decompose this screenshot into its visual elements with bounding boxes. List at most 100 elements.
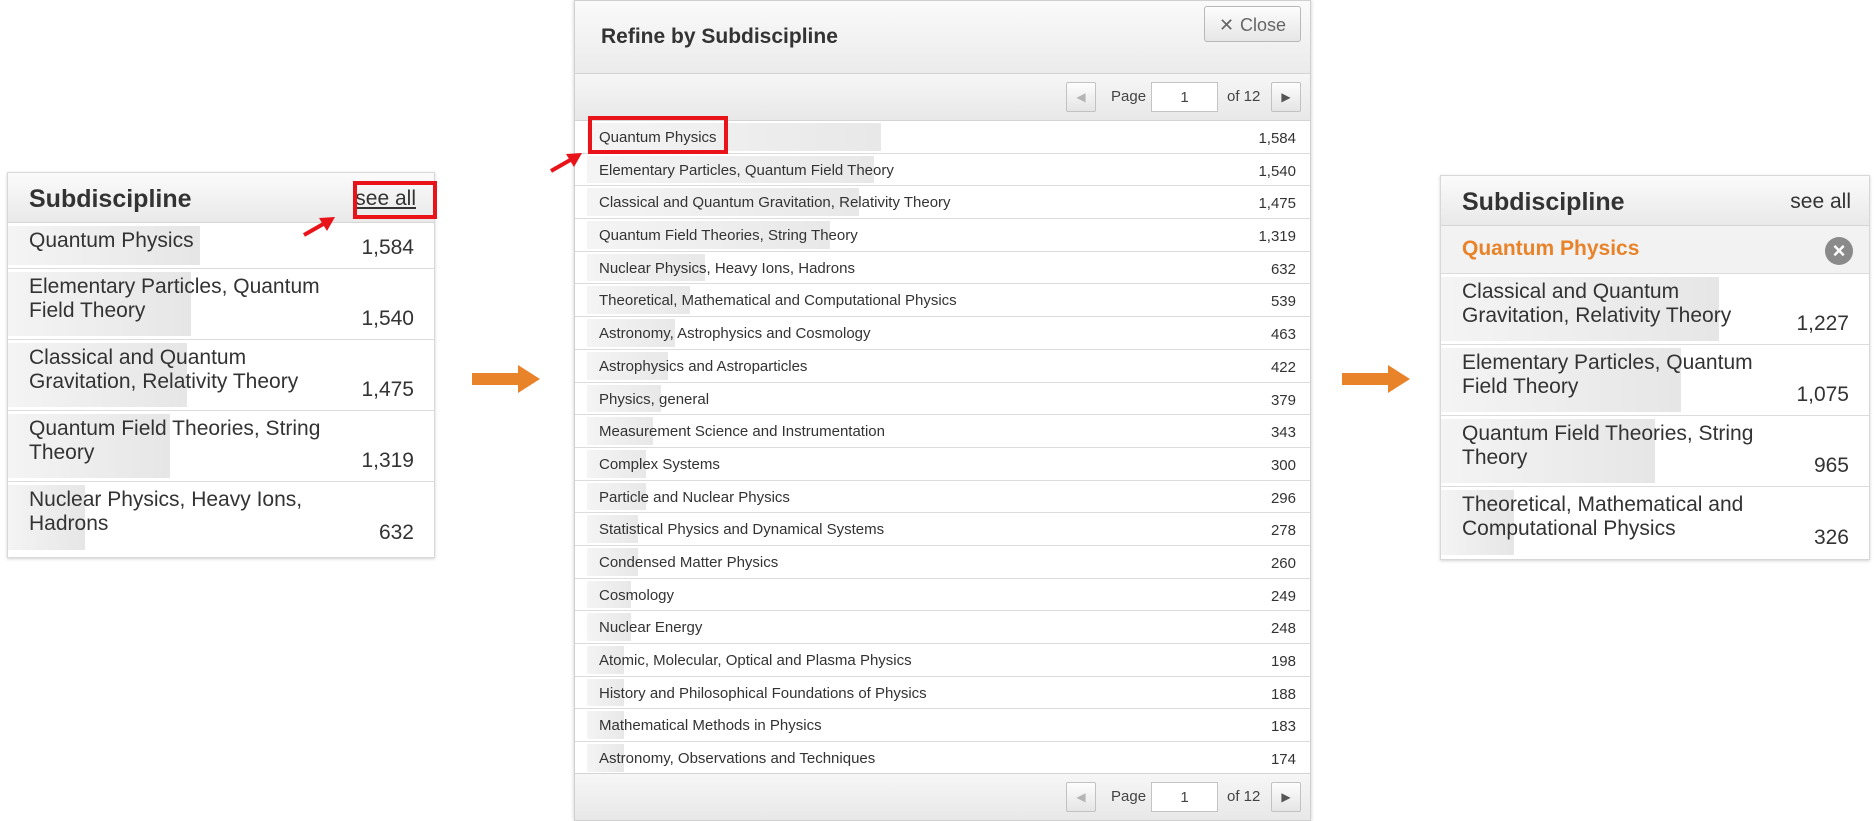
modal-item-count: 632 <box>1270 260 1296 278</box>
facet-item-count: 1,319 <box>361 449 414 472</box>
highlight-box <box>588 116 728 154</box>
facet-title: Subdiscipline <box>1462 188 1625 216</box>
modal-list-item[interactable]: Complex Systems 300 <box>575 448 1310 481</box>
modal-item-count: 249 <box>1270 587 1296 605</box>
modal-item-label: Nuclear Energy <box>599 619 703 637</box>
modal-list-item[interactable]: Elementary Particles, Quantum Field Theo… <box>575 154 1310 187</box>
modal-item-count: 248 <box>1270 620 1296 638</box>
modal-item-label: Particle and Nuclear Physics <box>599 488 790 506</box>
modal-list-item[interactable]: Nuclear Physics, Heavy Ions, Hadrons 632 <box>575 252 1310 285</box>
modal-item-count: 1,319 <box>1258 228 1296 246</box>
modal-item-label: Cosmology <box>599 586 675 604</box>
facet-item-count: 1,227 <box>1796 312 1849 335</box>
see-all-link[interactable]: see all <box>1790 190 1851 214</box>
modal-list-item[interactable]: Nuclear Energy 248 <box>575 611 1310 644</box>
selected-filter: Quantum Physics × <box>1441 226 1869 274</box>
modal-list-item[interactable]: Physics, general 379 <box>575 383 1310 416</box>
modal-list-item[interactable]: Mathematical Methods in Physics 183 <box>575 709 1310 743</box>
facet-item[interactable]: Nuclear Physics, Heavy Ions, Hadrons 632 <box>8 482 434 553</box>
facet-item[interactable]: Quantum Field Theories, String Theory 96… <box>1441 416 1869 487</box>
facet-item-count: 1,584 <box>361 236 414 259</box>
modal-list: Quantum Physics 1,584 Elementary Particles… <box>575 121 1310 775</box>
modal-item-label: Astronomy, Astrophysics and Cosmology <box>599 325 871 343</box>
modal-item-label: Mathematical Methods in Physics <box>599 717 822 735</box>
modal-item-label: Atomic, Molecular, Optical and Plasma Ph… <box>599 652 912 669</box>
selected-filter-label: Quantum Physics <box>1462 237 1640 260</box>
modal-list-item[interactable]: Astronomy, Observations and Techniques 17… <box>575 742 1310 775</box>
facet-item-label: Classical and Quantum Gravitation, Relat… <box>1462 280 1732 327</box>
modal-item-count: 188 <box>1270 685 1296 703</box>
modal-item-label: Complex Systems <box>599 455 720 473</box>
modal-list-item[interactable]: Condensed Matter Physics 260 <box>575 546 1310 579</box>
modal-item-count: 343 <box>1270 424 1296 442</box>
red-pointer-arrow-icon <box>550 153 582 173</box>
close-x-icon: ✕ <box>1218 15 1235 35</box>
modal-title: Refine by Subdiscipline <box>601 25 838 48</box>
facet-item[interactable]: Elementary Particles, Quantum Field Theo… <box>8 269 434 340</box>
modal-list-item[interactable]: Classical and Quantum Gravitation, Relat… <box>575 186 1310 220</box>
modal-list-item[interactable]: History and Philosophical Foundations of… <box>575 677 1310 710</box>
modal-item-count: 300 <box>1270 456 1296 474</box>
remove-circle-icon[interactable]: × <box>1825 237 1853 265</box>
modal-list-item[interactable]: Atomic, Molecular, Optical and Plasma Ph… <box>575 644 1310 677</box>
facet-item-count: 1,475 <box>361 378 414 401</box>
facet-item-label: Theoretical, Mathematical and Computatio… <box>1462 493 1744 540</box>
modal-item-label: Nuclear Physics, Heavy Ions, Hadrons <box>599 259 855 277</box>
facet-item[interactable]: Quantum Field Theories, String Theory 1,… <box>8 411 434 482</box>
modal-item-label: Elementary Particles, Quantum Field Theo… <box>599 161 894 179</box>
modal-item-count: 296 <box>1270 489 1296 507</box>
modal-list-item[interactable]: Statistical Physics and Dynamical System… <box>575 513 1310 546</box>
pager-page-label: Page <box>1111 788 1147 805</box>
facet-item[interactable]: Classical and Quantum Gravitation, Relat… <box>1441 274 1869 345</box>
facet-title: Subdiscipline <box>29 185 192 213</box>
facet-item-label: Quantum Field Theories, String Theory <box>29 417 321 464</box>
facet-item-label: Elementary Particles, Quantum Field Theo… <box>1462 351 1753 398</box>
modal-item-label: Astronomy, Observations and Techniques <box>599 750 876 768</box>
red-pointer-arrow-icon <box>303 217 335 237</box>
page-number-input[interactable] <box>1151 782 1218 812</box>
right-flow-arrow-icon <box>472 365 540 393</box>
facet-item[interactable]: Classical and Quantum Gravitation, Relat… <box>8 340 434 411</box>
pager-page-label: Page <box>1111 88 1147 105</box>
pager-top: ◀ Page of 12 ▶ <box>575 74 1310 121</box>
close-button-label: Close <box>1240 15 1287 35</box>
pager-of-label: of 12 <box>1227 88 1261 105</box>
modal-item-count: 1,475 <box>1258 195 1296 213</box>
modal-item-count: 379 <box>1270 391 1296 409</box>
facet-item-count: 1,540 <box>361 307 414 330</box>
pager-next-icon[interactable]: ▶ <box>1271 782 1301 812</box>
facet-item-label: Elementary Particles, Quantum Field Theo… <box>29 275 320 322</box>
modal-item-label: Astrophysics and Astroparticles <box>599 357 808 375</box>
modal-item-count: 183 <box>1270 718 1296 736</box>
facet-item-count: 965 <box>1813 454 1849 477</box>
subdiscipline-facet-panel-filtered: Subdiscipline see all Quantum Physics × … <box>1440 175 1870 560</box>
pager-prev-icon[interactable]: ◀ <box>1066 782 1096 812</box>
facet-item[interactable]: Quantum Physics 1,584 <box>8 223 434 269</box>
modal-item-count: 1,584 <box>1258 130 1296 147</box>
pager-prev-icon[interactable]: ◀ <box>1066 82 1096 112</box>
facet-item[interactable]: Elementary Particles, Quantum Field Theo… <box>1441 345 1869 416</box>
modal-list-item[interactable]: Cosmology 249 <box>575 579 1310 612</box>
modal-item-label: Physics, general <box>599 390 710 408</box>
modal-item-label: Condensed Matter Physics <box>599 553 779 571</box>
modal-list-item[interactable]: Quantum Field Theories, String Theory 1,3… <box>575 219 1310 252</box>
modal-item-label: Statistical Physics and Dynamical System… <box>599 521 885 539</box>
facet-list: Quantum Physics 1,584 Elementary Particl… <box>8 223 434 553</box>
modal-list-item[interactable]: Astrophysics and Astroparticles 422 <box>575 350 1310 383</box>
page-number-input[interactable] <box>1151 82 1218 112</box>
facet-item[interactable]: Theoretical, Mathematical and Computatio… <box>1441 487 1869 558</box>
modal-list-item[interactable]: Measurement Science and Instrumentation 3… <box>575 415 1310 448</box>
subdiscipline-facet-panel: Subdiscipline see all Quantum Physics 1,… <box>7 172 437 558</box>
pager-of-label: of 12 <box>1227 788 1261 805</box>
modal-list-item[interactable]: Particle and Nuclear Physics 296 <box>575 481 1310 514</box>
facet-item-count: 1,075 <box>1796 383 1849 406</box>
modal-item-count: 1,540 <box>1258 162 1296 180</box>
facet-item-label: Classical and Quantum Gravitation, Relat… <box>29 346 299 393</box>
modal-list-item[interactable]: Astronomy, Astrophysics and Cosmology 463 <box>575 317 1310 350</box>
close-button[interactable]: ✕ Close <box>1204 6 1301 42</box>
facet-item-count: 326 <box>1813 526 1849 549</box>
facet-item-label: Quantum Field Theories, String Theory <box>1462 422 1754 469</box>
pager-next-icon[interactable]: ▶ <box>1271 82 1301 112</box>
modal-item-count: 260 <box>1270 554 1296 572</box>
modal-list-item[interactable]: Theoretical, Mathematical and Computatio… <box>575 284 1310 318</box>
